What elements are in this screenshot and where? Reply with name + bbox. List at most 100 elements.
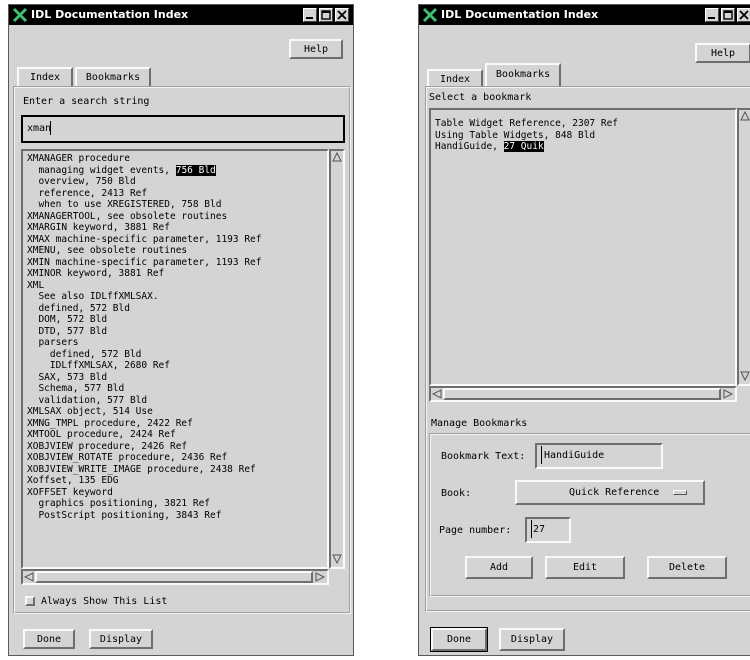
index-vertical-scrollbar[interactable]	[329, 149, 345, 569]
minimize-button[interactable]	[705, 8, 719, 22]
list-item-text: Xoffset, 135 EDG	[27, 475, 119, 486]
list-item[interactable]: XMIN machine-specific parameter, 1193 Re…	[27, 257, 323, 269]
edit-bookmark-button[interactable]: Edit	[545, 556, 625, 579]
index-list[interactable]: XMANAGER procedure managing widget event…	[21, 149, 329, 569]
always-show-checkbox[interactable]	[25, 596, 35, 606]
done-button[interactable]: Done	[430, 627, 488, 652]
list-item[interactable]: See also IDLffXMLSAX.	[27, 291, 323, 303]
list-item[interactable]: graphics positioning, 3821 Ref	[27, 498, 323, 510]
maximize-button[interactable]	[319, 8, 333, 22]
page-number-label: Page number:	[439, 525, 512, 536]
display-button[interactable]: Display	[499, 628, 565, 651]
bookmark-list[interactable]: Table Widget Reference, 2307 Ref Using Ta…	[429, 108, 737, 386]
book-label: Book:	[441, 488, 472, 499]
list-item[interactable]: DOM, 572 Bld	[27, 314, 323, 326]
scroll-right-arrow-icon[interactable]	[315, 572, 325, 582]
title-bar[interactable]: IDL Documentation Index	[419, 5, 750, 25]
list-item-text: XMINOR keyword, 3881 Ref	[27, 268, 165, 279]
index-list-entries[interactable]: XMANAGER procedure managing widget event…	[23, 151, 327, 567]
list-item[interactable]: XMAX machine-specific parameter, 1193 Re…	[27, 234, 323, 246]
list-item[interactable]: XOBJVIEW procedure, 2426 Ref	[27, 441, 323, 453]
list-item[interactable]: XMTOOL procedure, 2424 Ref	[27, 429, 323, 441]
close-button[interactable]	[335, 8, 349, 22]
list-item[interactable]: PostScript positioning, 3843 Ref	[27, 510, 323, 522]
list-item-text: XOBJVIEW procedure, 2426 Ref	[27, 440, 188, 452]
scroll-left-arrow-icon[interactable]	[24, 572, 34, 582]
scroll-left-arrow-icon[interactable]	[432, 389, 442, 399]
list-item[interactable]: XOFFSET keyword	[27, 487, 323, 499]
scroll-down-arrow-icon[interactable]	[332, 554, 342, 564]
list-item[interactable]: Schema, 577 Bld	[27, 383, 323, 395]
list-item[interactable]: XOBJVIEW_ROTATE procedure, 2436 Ref	[27, 452, 323, 464]
list-item[interactable]: when to use XREGISTERED, 758 Bld	[27, 199, 323, 211]
delete-bookmark-button[interactable]: Delete	[647, 556, 727, 579]
list-item[interactable]: SAX, 573 Bld	[27, 372, 323, 384]
list-item[interactable]: defined, 572 Bld	[27, 303, 323, 315]
tab-bookmarks[interactable]: Bookmarks	[485, 63, 561, 86]
list-item-text: XMANAGER procedure	[27, 153, 130, 164]
list-item[interactable]: managing widget events, 756 Bld	[27, 164, 323, 177]
scroll-up-arrow-icon[interactable]	[332, 152, 342, 162]
display-button[interactable]: Display	[89, 629, 153, 649]
scroll-up-arrow-icon[interactable]	[740, 111, 750, 121]
list-item-text: XOFFSET keyword	[27, 486, 113, 498]
manage-bookmarks-label: Manage Bookmarks	[431, 418, 528, 429]
list-item-text: XOBJVIEW_ROTATE procedure, 2436 Ref	[27, 452, 228, 463]
bookmark-list-entries[interactable]: Table Widget Reference, 2307 Ref Using Ta…	[431, 116, 735, 382]
book-dropdown[interactable]: Quick Reference	[515, 480, 705, 505]
done-button[interactable]: Done	[23, 629, 75, 649]
minimize-button[interactable]	[303, 8, 317, 22]
close-button[interactable]	[737, 8, 750, 22]
scroll-right-arrow-icon[interactable]	[723, 389, 733, 399]
list-item[interactable]: XMARGIN keyword, 3881 Ref	[27, 222, 323, 234]
text-cursor	[531, 520, 532, 538]
search-input[interactable]: xman	[21, 115, 345, 143]
list-item[interactable]: validation, 577 Bld	[27, 395, 323, 407]
list-item[interactable]: XOBJVIEW_WRITE_IMAGE procedure, 2438 Ref	[27, 464, 323, 476]
list-item[interactable]: XML	[27, 280, 323, 292]
list-item-text: XMTOOL procedure, 2424 Ref	[27, 429, 176, 440]
list-item[interactable]: defined, 572 Bld	[27, 349, 323, 361]
list-item-text: DOM, 572 Bld	[27, 314, 108, 325]
list-item[interactable]: DTD, 577 Bld	[27, 326, 323, 338]
maximize-button[interactable]	[721, 8, 735, 22]
help-button[interactable]: Help	[695, 43, 750, 63]
list-item[interactable]: reference, 2413 Ref	[27, 188, 323, 200]
list-item-text: XMANAGERTOOL, see obsolete routines	[27, 210, 228, 222]
tab-index[interactable]: Index	[427, 69, 483, 86]
list-item[interactable]: XMANAGER procedure	[27, 153, 323, 165]
list-item[interactable]: Using Table Widgets, 848 Bld	[435, 130, 731, 142]
bookmark-text-field[interactable]: HandiGuide	[535, 443, 663, 469]
horizontal-scroll-thumb[interactable]	[443, 388, 721, 400]
tab-index[interactable]: Index	[17, 67, 73, 86]
index-horizontal-scrollbar[interactable]	[21, 569, 329, 585]
list-item[interactable]: XMENU, see obsolete routines	[27, 245, 323, 257]
list-item[interactable]: IDLffXMLSAX, 2680 Ref	[27, 360, 323, 372]
text-cursor	[50, 121, 51, 135]
list-item[interactable]: overview, 750 Bld	[27, 176, 323, 188]
horizontal-scroll-thumb[interactable]	[35, 571, 313, 583]
list-item[interactable]: HandiGuide, 27 Quik	[435, 141, 731, 153]
text-cursor	[541, 446, 542, 464]
tab-bookmarks[interactable]: Bookmarks	[75, 67, 151, 86]
help-button[interactable]: Help	[289, 39, 343, 59]
bookmark-horizontal-scrollbar[interactable]	[429, 386, 737, 402]
idl-logo-icon	[422, 7, 438, 23]
selected-page-reference: 756 Bld	[175, 164, 216, 176]
list-item-text: XOBJVIEW_WRITE_IMAGE procedure, 2438 Ref	[27, 463, 256, 475]
page-number-field[interactable]: 27	[525, 517, 571, 543]
title-bar[interactable]: IDL Documentation Index	[9, 5, 353, 25]
scroll-down-arrow-icon[interactable]	[740, 371, 750, 381]
bookmark-vertical-scrollbar[interactable]	[737, 108, 750, 386]
list-item[interactable]: parsers	[27, 337, 323, 349]
list-item[interactable]: Xoffset, 135 EDG	[27, 475, 323, 487]
list-item[interactable]: XMNG_TMPL procedure, 2422 Ref	[27, 418, 323, 430]
list-item[interactable]: XMINOR keyword, 3881 Ref	[27, 268, 323, 280]
bookmark-text-value: HandiGuide	[544, 450, 605, 461]
add-bookmark-button[interactable]: Add	[465, 556, 533, 579]
list-item[interactable]: XMLSAX object, 514 Use	[27, 406, 323, 418]
list-item-text: HandiGuide,	[435, 141, 504, 152]
list-item[interactable]: Table Widget Reference, 2307 Ref	[435, 118, 731, 130]
list-item-text: reference, 2413 Ref	[27, 187, 148, 199]
list-item[interactable]: XMANAGERTOOL, see obsolete routines	[27, 211, 323, 223]
